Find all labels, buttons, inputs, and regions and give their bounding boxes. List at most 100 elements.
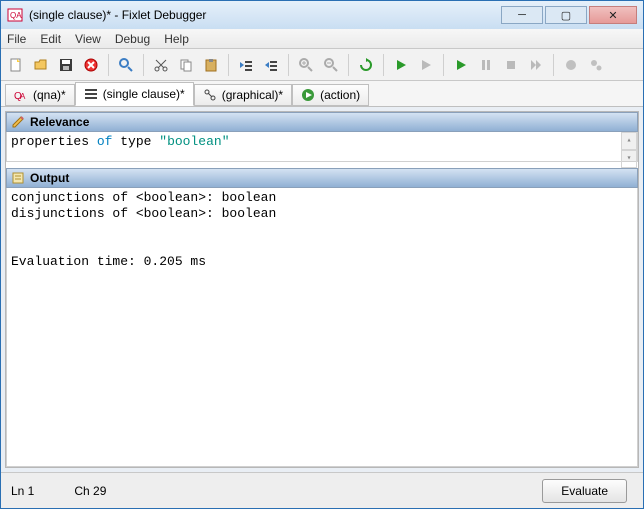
outdent-button[interactable] xyxy=(235,54,257,76)
app-icon: QA xyxy=(7,7,23,23)
menu-bar: File Edit View Debug Help xyxy=(1,29,643,49)
close-icon: ✕ xyxy=(608,9,617,22)
toolbar-separator xyxy=(108,54,109,76)
spinner: ▴▾ xyxy=(621,132,637,161)
svg-text:A: A xyxy=(20,92,26,101)
new-file-icon xyxy=(8,57,24,73)
run-alt-button[interactable] xyxy=(415,54,437,76)
stop-icon xyxy=(503,57,519,73)
tab-single-clause[interactable]: (single clause)* xyxy=(75,82,194,106)
tab-label: (single clause)* xyxy=(103,87,185,101)
status-column: Ch 29 xyxy=(74,484,106,498)
maximize-icon: ▢ xyxy=(561,9,571,22)
menu-help[interactable]: Help xyxy=(164,32,189,46)
copy-button[interactable] xyxy=(175,54,197,76)
pause-icon xyxy=(478,57,494,73)
step-button[interactable] xyxy=(525,54,547,76)
output-area[interactable]: conjunctions of <boolean>: boolean disju… xyxy=(6,188,638,467)
breakpoint-icon xyxy=(563,57,579,73)
cut-button[interactable] xyxy=(150,54,172,76)
code-string: "boolean" xyxy=(159,134,229,149)
settings-button[interactable] xyxy=(585,54,607,76)
status-line: Ln 1 xyxy=(11,484,34,498)
scroll-icon xyxy=(11,171,25,185)
action-tab-icon xyxy=(301,88,315,102)
workspace: Relevance properties of type "boolean"▴▾… xyxy=(5,111,639,468)
minimize-button[interactable]: ─ xyxy=(501,6,543,24)
breakpoint-button[interactable] xyxy=(560,54,582,76)
stop-button[interactable] xyxy=(500,54,522,76)
graph-tab-icon xyxy=(203,88,217,102)
play-green-icon xyxy=(453,57,469,73)
save-icon xyxy=(58,57,74,73)
gear-icon xyxy=(588,57,604,73)
toolbar xyxy=(1,49,643,81)
menu-edit[interactable]: Edit xyxy=(40,32,61,46)
minimize-icon: ─ xyxy=(518,9,526,21)
cancel-button[interactable] xyxy=(80,54,102,76)
maximize-button[interactable]: ▢ xyxy=(545,6,587,24)
folder-open-icon xyxy=(33,57,49,73)
window-controls: ─ ▢ ✕ xyxy=(501,6,637,24)
indent-button[interactable] xyxy=(260,54,282,76)
tab-label: (qna)* xyxy=(33,88,66,102)
toolbar-separator xyxy=(143,54,144,76)
toolbar-separator xyxy=(228,54,229,76)
step-icon xyxy=(528,57,544,73)
zoom-out-button[interactable] xyxy=(320,54,342,76)
qna-tab-icon: QA xyxy=(14,88,28,102)
copy-icon xyxy=(178,57,194,73)
menu-view[interactable]: View xyxy=(75,32,101,46)
zoom-in-icon xyxy=(298,57,314,73)
run-button[interactable] xyxy=(390,54,412,76)
menu-debug[interactable]: Debug xyxy=(115,32,150,46)
output-title: Output xyxy=(30,171,69,185)
tab-graphical[interactable]: (graphical)* xyxy=(194,84,292,106)
play-icon xyxy=(393,57,409,73)
pause-button[interactable] xyxy=(475,54,497,76)
title-bar: QA (single clause)* - Fixlet Debugger ─ … xyxy=(1,1,643,29)
save-button[interactable] xyxy=(55,54,77,76)
spinner-down[interactable]: ▾ xyxy=(621,150,637,168)
new-file-button[interactable] xyxy=(5,54,27,76)
paste-button[interactable] xyxy=(200,54,222,76)
window-title: (single clause)* - Fixlet Debugger xyxy=(29,8,501,22)
output-header: Output xyxy=(6,168,638,188)
relevance-header: Relevance xyxy=(6,112,638,132)
spinner-up[interactable]: ▴ xyxy=(621,132,637,150)
app-window: QA (single clause)* - Fixlet Debugger ─ … xyxy=(0,0,644,509)
paste-icon xyxy=(203,57,219,73)
find-button[interactable] xyxy=(115,54,137,76)
scissors-icon xyxy=(153,57,169,73)
relevance-editor[interactable]: properties of type "boolean"▴▾ xyxy=(6,132,638,162)
list-tab-icon xyxy=(84,87,98,101)
status-bar: Ln 1 Ch 29 Evaluate xyxy=(1,472,643,508)
close-button[interactable]: ✕ xyxy=(589,6,637,24)
toolbar-separator xyxy=(348,54,349,76)
toolbar-separator xyxy=(288,54,289,76)
zoom-out-icon xyxy=(323,57,339,73)
toolbar-separator xyxy=(443,54,444,76)
tab-qna[interactable]: QA (qna)* xyxy=(5,84,75,106)
toolbar-separator xyxy=(383,54,384,76)
svg-text:QA: QA xyxy=(10,11,22,20)
indent-icon xyxy=(263,57,279,73)
magnifier-icon xyxy=(118,57,134,73)
code-word: type xyxy=(120,134,151,149)
code-word: properties xyxy=(11,134,89,149)
toolbar-separator xyxy=(553,54,554,76)
relevance-title: Relevance xyxy=(30,115,89,129)
pencil-icon xyxy=(11,115,25,129)
open-button[interactable] xyxy=(30,54,52,76)
tab-label: (action) xyxy=(320,88,360,102)
refresh-button[interactable] xyxy=(355,54,377,76)
tab-action[interactable]: (action) xyxy=(292,84,369,106)
menu-file[interactable]: File xyxy=(7,32,26,46)
evaluate-button[interactable]: Evaluate xyxy=(542,479,627,503)
tab-strip: QA (qna)* (single clause)* (graphical)* … xyxy=(1,81,643,107)
zoom-in-button[interactable] xyxy=(295,54,317,76)
cancel-icon xyxy=(83,57,99,73)
tab-label: (graphical)* xyxy=(222,88,283,102)
continue-button[interactable] xyxy=(450,54,472,76)
refresh-icon xyxy=(358,57,374,73)
